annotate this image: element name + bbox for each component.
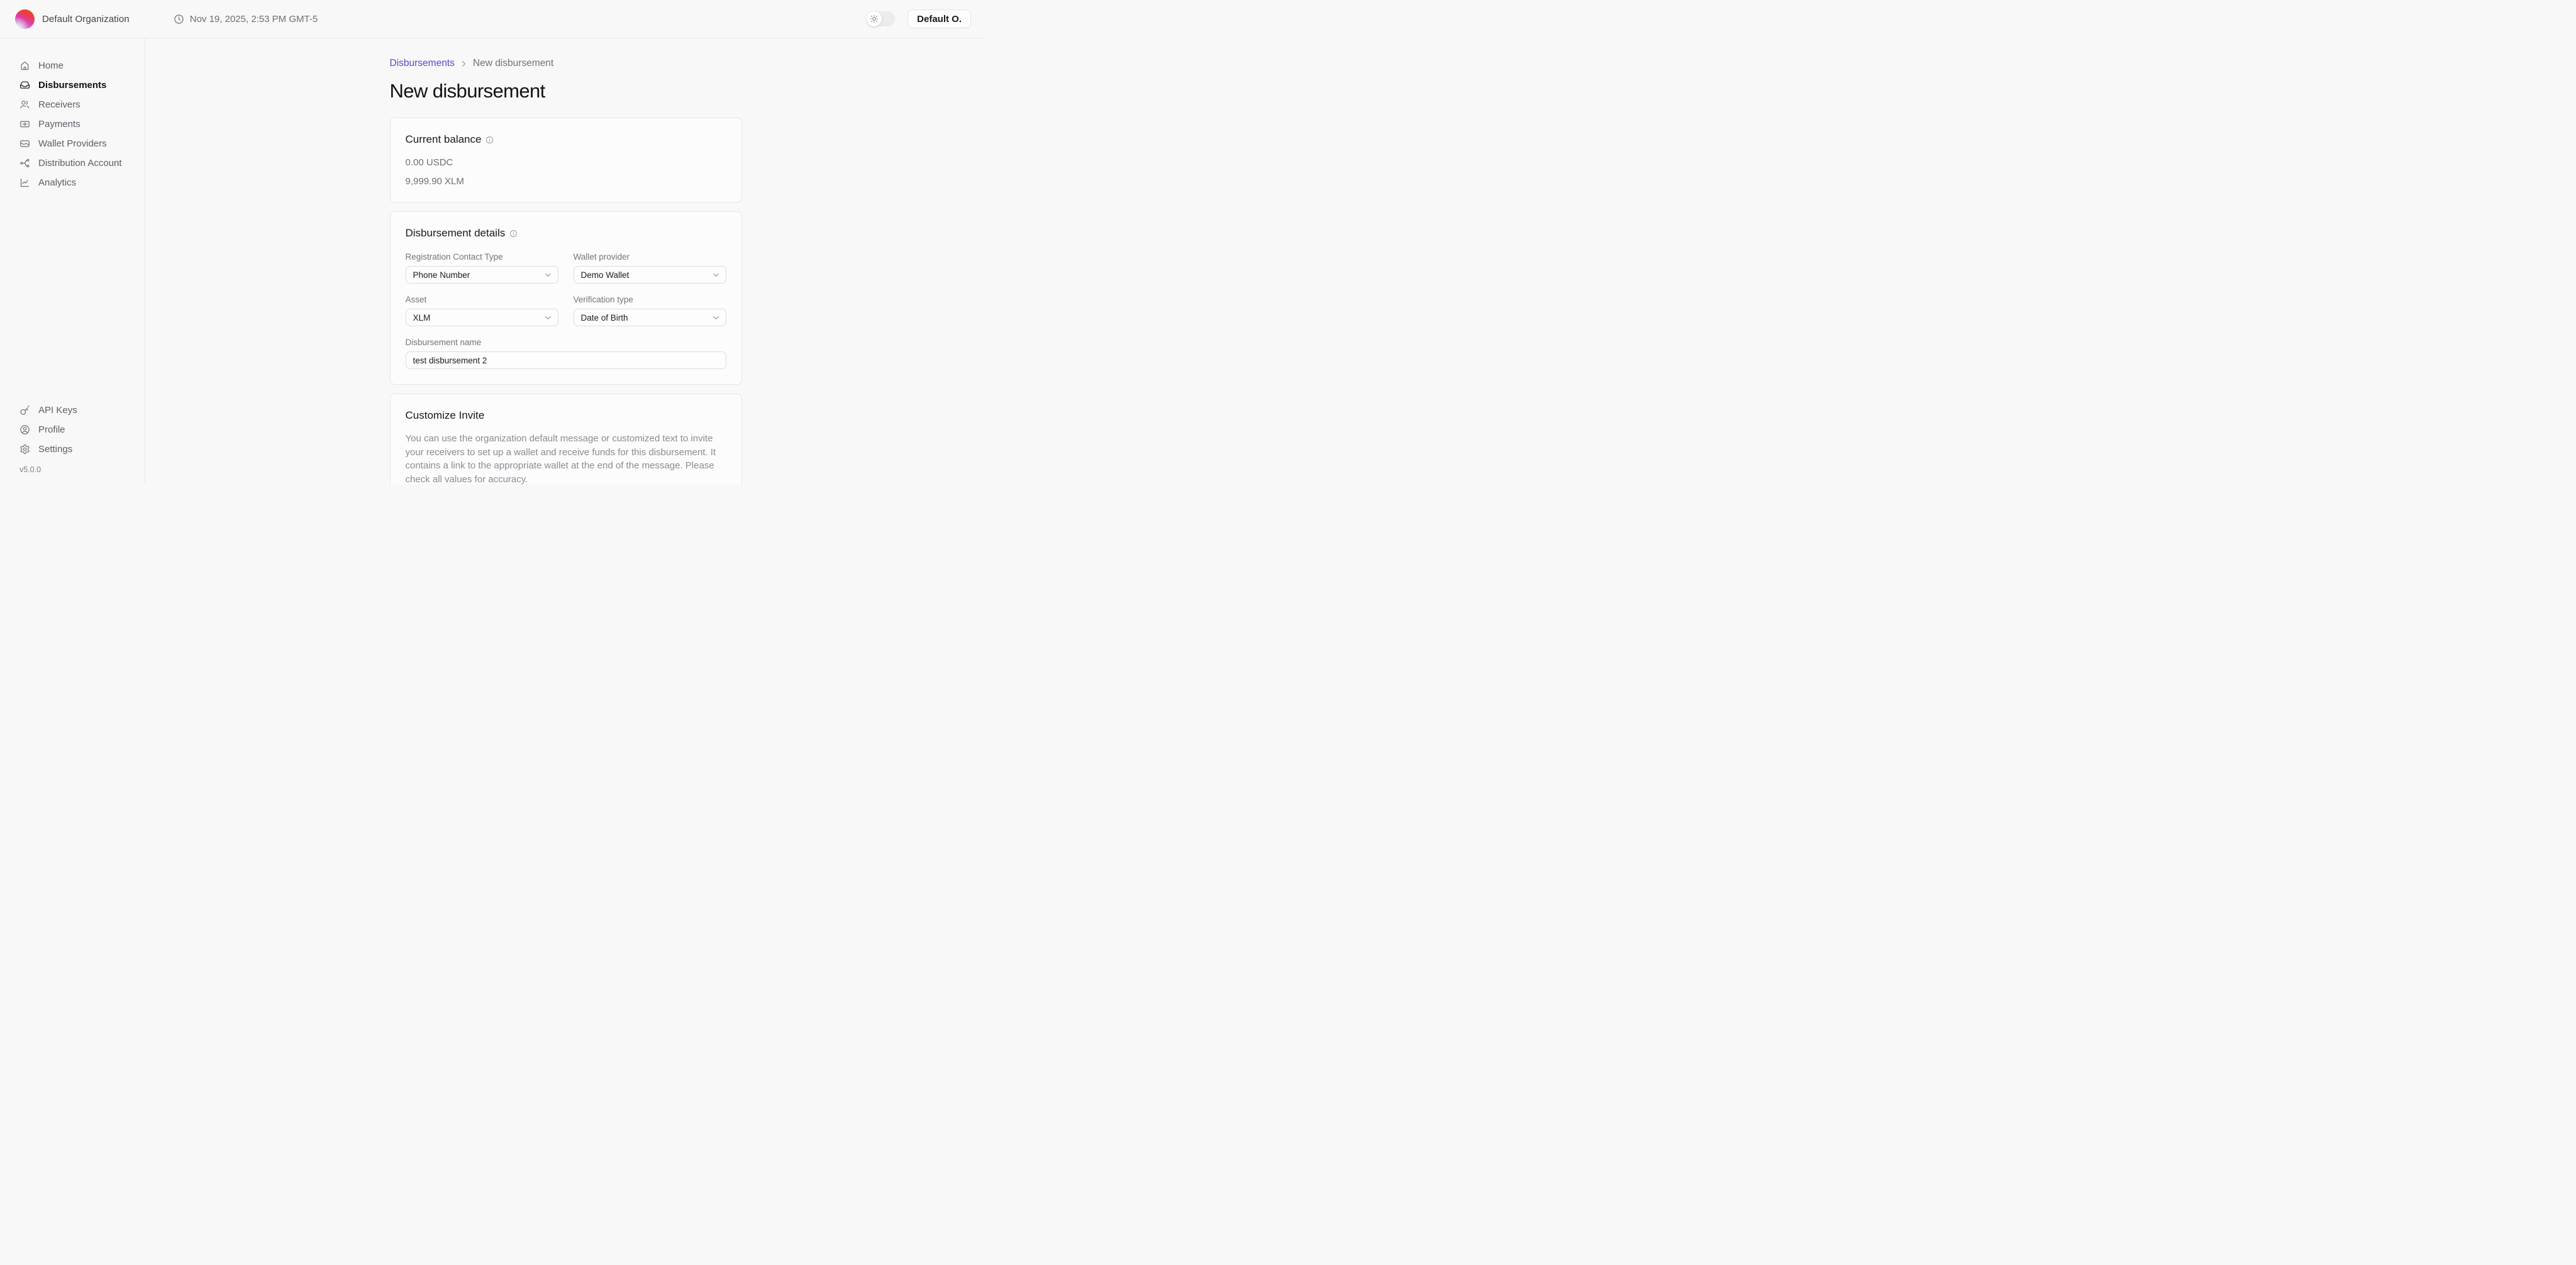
registration-contact-type-select[interactable]: Phone Number: [406, 266, 558, 284]
info-icon[interactable]: [509, 229, 518, 238]
asset-field: Asset XLM: [406, 284, 558, 326]
user-circle-icon: [19, 424, 30, 435]
verification-type-field: Verification type Date of Birth: [574, 284, 726, 326]
disbursement-details-card: Disbursement details Registration Contac…: [390, 211, 742, 385]
app-version: v5.0.0: [0, 459, 145, 474]
sidebar-item-payments[interactable]: Payments: [0, 114, 145, 134]
page-title: New disbursement: [390, 80, 742, 102]
sidebar-item-label: Payments: [38, 119, 80, 130]
clock-icon: [174, 14, 184, 25]
select-value: XLM: [413, 313, 431, 323]
key-icon: [19, 405, 30, 416]
sidebar-item-wallet-providers[interactable]: Wallet Providers: [0, 134, 145, 153]
user-menu-button[interactable]: Default O.: [908, 9, 971, 28]
field-label: Verification type: [574, 295, 726, 304]
breadcrumb-disbursements-link[interactable]: Disbursements: [390, 58, 455, 69]
sidebar-item-label: Analytics: [38, 177, 76, 188]
datetime-text: Nov 19, 2025, 2:53 PM GMT-5: [190, 14, 318, 25]
balance-usdc: 0.00 USDC: [406, 157, 726, 168]
field-label: Registration Contact Type: [406, 252, 558, 262]
datetime-display: Nov 19, 2025, 2:53 PM GMT-5: [174, 14, 318, 25]
sidebar-item-label: Settings: [38, 444, 72, 455]
field-label: Disbursement name: [406, 338, 726, 347]
select-value: Demo Wallet: [581, 270, 630, 280]
disbursement-name-field: Disbursement name: [406, 326, 726, 369]
select-value: Phone Number: [413, 270, 470, 280]
sidebar-item-analytics[interactable]: Analytics: [0, 173, 145, 192]
sidebar-item-label: Wallet Providers: [38, 138, 107, 149]
customize-invite-card: Customize Invite You can use the organiz…: [390, 394, 742, 484]
customize-invite-description: You can use the organization default mes…: [406, 432, 726, 484]
sidebar-item-home[interactable]: Home: [0, 56, 145, 75]
info-icon[interactable]: [486, 136, 494, 144]
gear-icon: [19, 444, 30, 455]
field-label: Wallet provider: [574, 252, 726, 262]
wallet-icon: [19, 138, 30, 149]
sidebar-item-disbursements[interactable]: Disbursements: [0, 75, 145, 95]
sun-icon: [870, 14, 879, 23]
chevron-down-icon: [711, 313, 721, 323]
inbox-icon: [19, 80, 30, 91]
chart-line-icon: [19, 177, 30, 188]
wallet-provider-field: Wallet provider Demo Wallet: [574, 241, 726, 284]
balance-xlm: 9,999.90 XLM: [406, 176, 726, 187]
sidebar-item-api-keys[interactable]: API Keys: [0, 400, 145, 420]
chevron-down-icon: [543, 270, 553, 280]
disbursement-name-input[interactable]: [406, 351, 726, 369]
customize-invite-title: Customize Invite: [406, 409, 485, 422]
org-logo: [15, 9, 35, 29]
sidebar-item-label: Home: [38, 60, 64, 71]
top-bar: Default Organization Nov 19, 2025, 2:53 …: [0, 0, 986, 38]
home-icon: [19, 60, 30, 71]
verification-type-select[interactable]: Date of Birth: [574, 309, 726, 326]
main-area: Disbursements New disbursement New disbu…: [145, 38, 986, 484]
sidebar-item-label: Receivers: [38, 99, 80, 110]
current-balance-card: Current balance 0.00 USDC 9,999.90 XLM: [390, 118, 742, 202]
select-value: Date of Birth: [581, 313, 628, 323]
disbursement-details-title: Disbursement details: [406, 227, 506, 240]
chevron-right-icon: [459, 59, 469, 69]
current-balance-title: Current balance: [406, 133, 482, 146]
field-label: Asset: [406, 295, 558, 304]
breadcrumb-current: New disbursement: [473, 58, 553, 69]
asset-select[interactable]: XLM: [406, 309, 558, 326]
org-name: Default Organization: [42, 14, 130, 25]
chevron-down-icon: [711, 270, 721, 280]
sidebar-item-label: Profile: [38, 424, 65, 435]
sidebar-item-settings[interactable]: Settings: [0, 439, 145, 459]
breadcrumb: Disbursements New disbursement: [390, 58, 742, 69]
sidebar: Home Disbursements Receivers Payments Wa: [0, 38, 145, 484]
banknote-icon: [19, 119, 30, 130]
sidebar-item-label: API Keys: [38, 405, 77, 416]
sidebar-item-distribution-account[interactable]: Distribution Account: [0, 153, 145, 173]
wallet-provider-select[interactable]: Demo Wallet: [574, 266, 726, 284]
theme-toggle[interactable]: [867, 11, 895, 26]
sidebar-item-label: Distribution Account: [38, 158, 122, 168]
chevron-down-icon: [543, 313, 553, 323]
users-icon: [19, 99, 30, 110]
sidebar-item-profile[interactable]: Profile: [0, 420, 145, 439]
sidebar-item-receivers[interactable]: Receivers: [0, 95, 145, 114]
network-icon: [19, 158, 30, 168]
sidebar-item-label: Disbursements: [38, 80, 106, 91]
registration-contact-type-field: Registration Contact Type Phone Number: [406, 241, 558, 284]
